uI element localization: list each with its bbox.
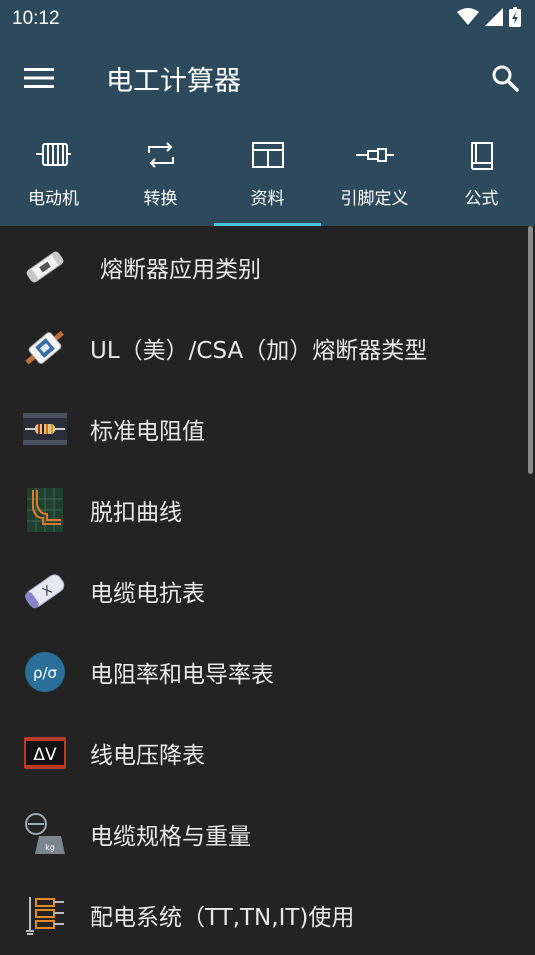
app-title: 电工计算器	[106, 65, 241, 97]
ul-fuse-icon	[22, 325, 68, 371]
list-item-label: 线电压降表	[90, 742, 205, 769]
list-item-cable-weight[interactable]: kg 电缆规格与重量	[0, 793, 535, 874]
list-item-label: 配电系统（TT,TN,IT)使用	[90, 904, 355, 931]
list-item-distribution-system[interactable]: 配电系统（TT,TN,IT)使用	[0, 874, 535, 955]
tab-bar: 电动机 转换 资料 引脚定义 公式	[0, 119, 535, 226]
tab-convert[interactable]: 转换	[107, 119, 214, 226]
list-item-fuse-category[interactable]: 熔断器应用类别	[0, 226, 535, 307]
tab-label: 电动机	[28, 189, 79, 209]
battery-charging-icon	[509, 6, 521, 31]
list-item-standard-resistor[interactable]: 标准电阻值	[0, 388, 535, 469]
convert-icon	[146, 139, 176, 171]
resistivity-icon: ρ/σ	[22, 649, 68, 695]
list-item-label: UL（美）/CSA（加）熔断器类型	[90, 337, 428, 364]
tab-motor[interactable]: 电动机	[0, 119, 107, 226]
list-item-label: 电缆规格与重量	[90, 823, 251, 850]
menu-icon[interactable]	[24, 67, 54, 89]
wifi-icon	[457, 7, 479, 30]
signal-icon	[485, 7, 503, 30]
motor-icon	[35, 139, 73, 171]
list-item-label: 电缆电抗表	[90, 580, 205, 607]
data-table-icon	[251, 139, 284, 171]
svg-text:ΔV: ΔV	[33, 745, 57, 765]
app-bar: 电工计算器	[0, 37, 535, 119]
status-bar: 10:12	[0, 0, 535, 37]
tab-label: 资料	[250, 189, 285, 209]
fuse-icon	[22, 244, 68, 290]
list-item-cable-reactance[interactable]: X 电缆电抗表	[0, 550, 535, 631]
tab-formula[interactable]: 公式	[428, 119, 535, 226]
list-item-label: 熔断器应用类别	[100, 256, 261, 283]
list-item-ul-csa-fuse[interactable]: UL（美）/CSA（加）熔断器类型	[0, 307, 535, 388]
cable-weight-icon: kg	[22, 811, 68, 857]
resistor-icon	[22, 406, 68, 452]
book-icon	[468, 139, 496, 171]
connector-icon	[355, 139, 395, 171]
status-time: 10:12	[12, 7, 60, 29]
scrollbar[interactable]	[528, 226, 533, 474]
cable-reactance-icon: X	[22, 568, 68, 614]
trip-curve-icon	[22, 487, 68, 533]
tab-pinout[interactable]: 引脚定义	[321, 119, 428, 226]
list-item-resistivity[interactable]: ρ/σ 电阻率和电导率表	[0, 631, 535, 712]
list-item-label: 电阻率和电导率表	[90, 661, 274, 688]
distribution-system-icon	[22, 892, 68, 938]
tab-label: 转换	[143, 189, 178, 209]
svg-text:kg: kg	[45, 843, 55, 852]
search-icon[interactable]	[491, 64, 519, 92]
tab-label: 公式	[464, 189, 499, 209]
status-icons	[457, 6, 521, 31]
list-item-label: 标准电阻值	[90, 418, 205, 445]
data-list: 熔断器应用类别 UL（美）/CSA（加）熔断器类型 标准电阻值 脱扣曲线 X 电…	[0, 226, 535, 955]
list-item-trip-curve[interactable]: 脱扣曲线	[0, 469, 535, 550]
tab-data[interactable]: 资料	[214, 119, 321, 226]
voltage-drop-icon: ΔV	[22, 730, 68, 776]
svg-text:ρ/σ: ρ/σ	[33, 664, 58, 682]
tab-label: 引脚定义	[340, 189, 409, 209]
list-item-voltage-drop[interactable]: ΔV 线电压降表	[0, 712, 535, 793]
list-item-label: 脱扣曲线	[90, 499, 182, 526]
